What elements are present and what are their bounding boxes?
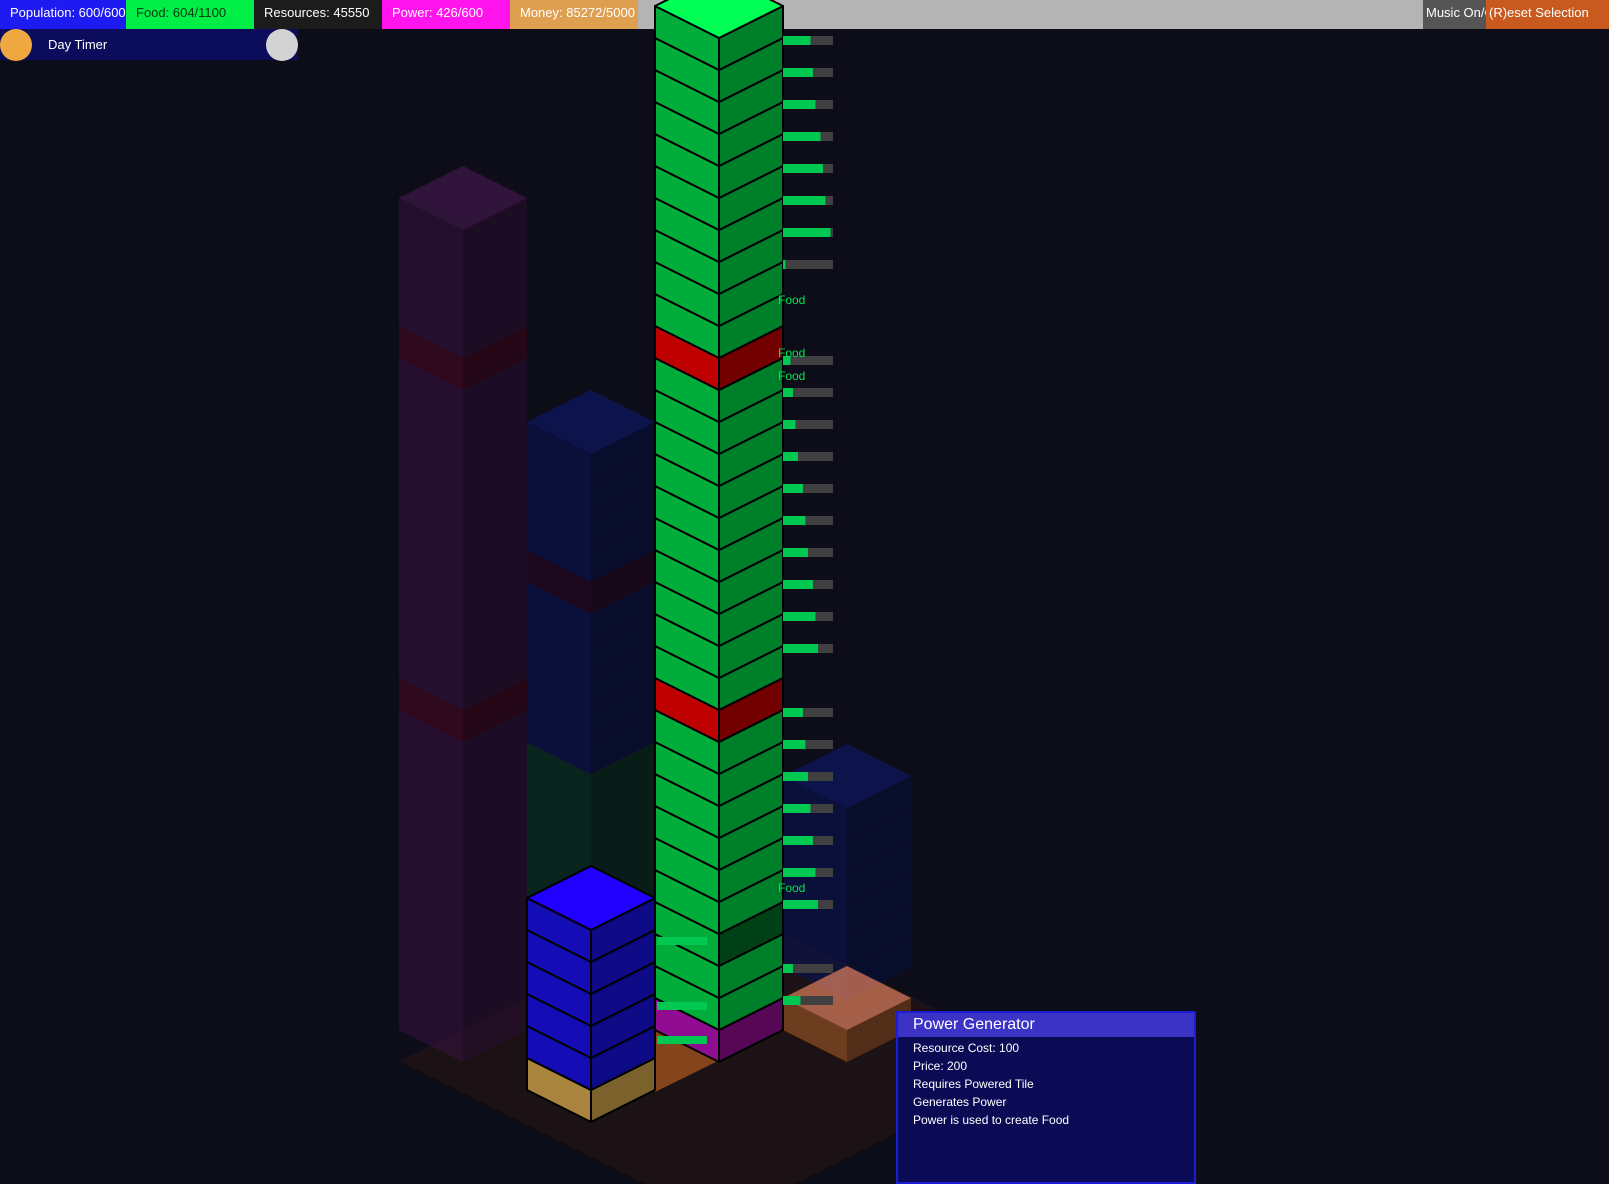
tooltip-line: Requires Powered Tile [913, 1077, 1034, 1091]
food-progress-fill [783, 484, 803, 493]
food-progress-fill [657, 1036, 707, 1044]
tooltip-line: Power is used to create Food [913, 1113, 1070, 1127]
food-progress-fill [783, 164, 823, 173]
food-progress-fill [783, 516, 806, 525]
food-progress-fill [783, 548, 808, 557]
food-progress-fill [783, 420, 796, 429]
floating-food-label: Food [778, 346, 805, 360]
food-progress-fill [783, 452, 798, 461]
floating-food-label: Food [778, 293, 805, 307]
food-progress-fill [783, 36, 811, 45]
food-progress-fill [783, 708, 803, 717]
food-progress-fill [657, 1002, 707, 1010]
food-progress-fill [783, 644, 818, 653]
food-progress-track [783, 260, 833, 269]
food-progress-fill [783, 996, 801, 1005]
food-progress-fill [783, 228, 831, 237]
food-progress-fill [783, 836, 813, 845]
floating-food-label: Food [778, 369, 805, 383]
food-progress-fill [783, 772, 808, 781]
food-progress-fill [783, 580, 813, 589]
food-progress-fill [783, 260, 786, 269]
tooltip-line: Price: 200 [913, 1059, 968, 1073]
food-progress-fill [783, 68, 813, 77]
food-progress-fill [783, 868, 816, 877]
food-progress-fill [783, 740, 806, 749]
food-progress-fill [783, 388, 793, 397]
building-tooltip: Power Generator Resource Cost: 100 Price:… [896, 1011, 1196, 1184]
game-world[interactable]: Food Food Food Food [0, 0, 1609, 1184]
tooltip-line: Generates Power [913, 1095, 1007, 1109]
tooltip-line: Resource Cost: 100 [913, 1041, 1020, 1055]
food-progress-fill [783, 612, 816, 621]
tooltip-title: Power Generator [898, 1013, 1194, 1037]
food-progress-fill [783, 196, 826, 205]
food-progress-fill [783, 132, 821, 141]
food-progress-fill [783, 100, 816, 109]
food-progress-fill [783, 964, 793, 973]
food-progress-fill [783, 804, 811, 813]
food-progress-fill [783, 900, 818, 909]
floating-food-label: Food [778, 881, 805, 895]
food-progress-fill [657, 937, 707, 945]
